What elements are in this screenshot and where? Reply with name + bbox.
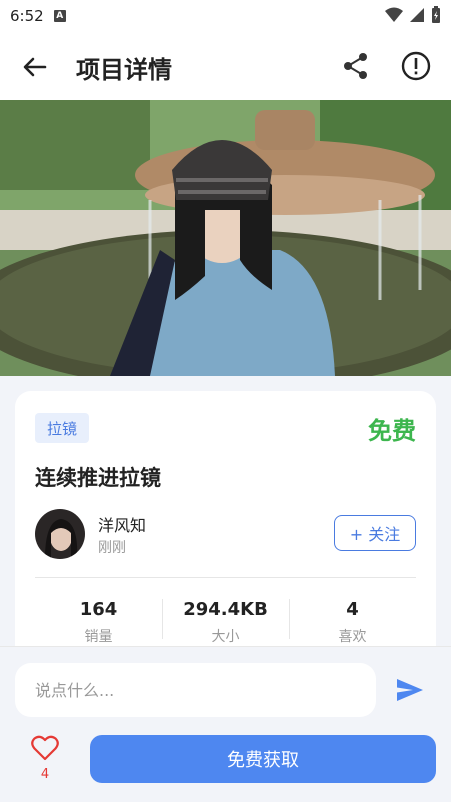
status-icons	[385, 6, 441, 24]
hero-image	[0, 100, 451, 376]
stat-size: 294.4KB 大小	[162, 591, 289, 651]
bottom-action-bar: 4 免费获取	[0, 646, 451, 802]
avatar[interactable]	[35, 509, 85, 559]
stat-likes: 4 喜欢	[289, 591, 416, 651]
author-name[interactable]: 洋风知	[98, 512, 146, 536]
status-bar: 6:52 A	[0, 0, 451, 32]
get-free-button[interactable]: 免费获取	[90, 735, 436, 783]
stat-value: 4	[346, 599, 359, 620]
stat-label: 大小	[211, 629, 240, 645]
divider	[35, 577, 416, 578]
avatar-photo-icon	[35, 509, 85, 559]
status-time: 6:52	[10, 7, 44, 25]
stat-value: 164	[79, 599, 118, 620]
app-header: 项目详情	[0, 32, 451, 100]
stat-sales: 164 销量	[35, 591, 162, 651]
heart-icon	[31, 735, 59, 761]
item-title: 连续推进拉镜	[35, 466, 161, 490]
back-arrow-icon[interactable]	[20, 52, 50, 82]
signal-icon	[410, 8, 424, 22]
post-time: 刚刚	[98, 540, 126, 556]
stats-row: 164 销量 294.4KB 大小 4 喜欢	[35, 591, 416, 651]
battery-icon	[432, 6, 440, 23]
stat-value: 294.4KB	[183, 599, 268, 620]
follow-button[interactable]: + 关注	[334, 515, 416, 551]
share-icon[interactable]	[340, 50, 372, 82]
category-tag[interactable]: 拉镜	[35, 413, 90, 443]
stat-label: 喜欢	[338, 629, 367, 645]
price-label: 免费	[368, 417, 416, 445]
stat-label: 销量	[84, 629, 113, 645]
exclamation-circle-icon[interactable]	[400, 50, 432, 82]
send-icon[interactable]	[395, 675, 425, 705]
notification-icon: A	[53, 10, 66, 22]
like-count: 4	[40, 767, 50, 782]
item-card: 拉镜 免费 连续推进拉镜 洋风知 刚刚 + 关注 164 销量 294.4KB …	[15, 391, 436, 661]
like-button[interactable]: 4	[30, 735, 60, 782]
photo-icon	[0, 100, 451, 376]
page-title: 项目详情	[76, 56, 172, 84]
wifi-icon	[385, 7, 403, 22]
comment-input[interactable]	[15, 663, 376, 717]
